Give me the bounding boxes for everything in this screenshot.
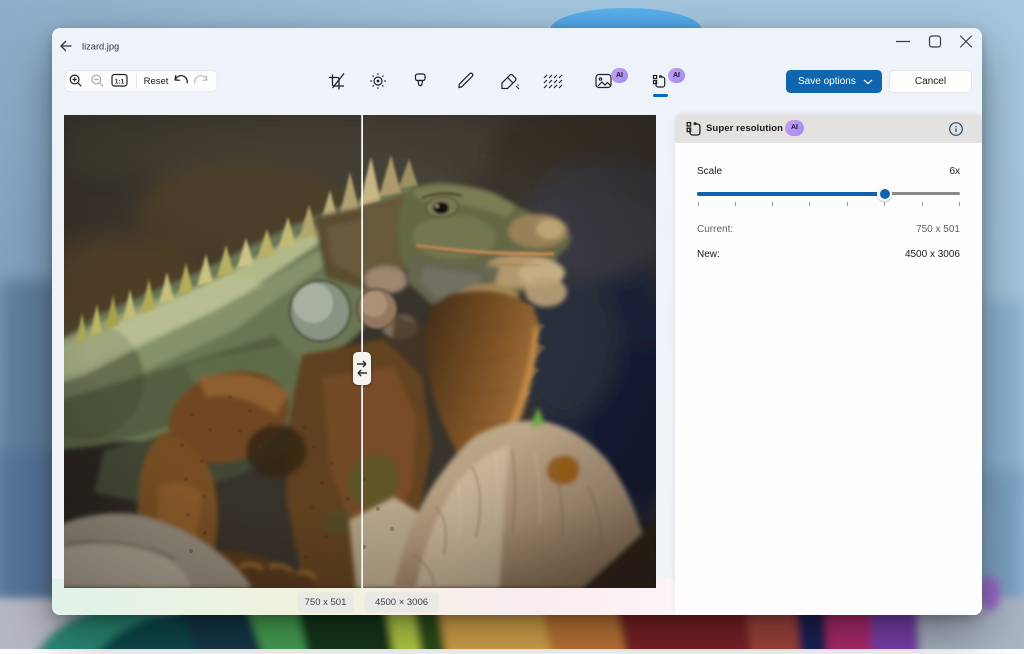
svg-text:Reset: Reset bbox=[144, 76, 169, 87]
svg-text:1:1: 1:1 bbox=[115, 78, 125, 85]
svg-text:lizard.jpg: lizard.jpg bbox=[82, 41, 119, 51]
